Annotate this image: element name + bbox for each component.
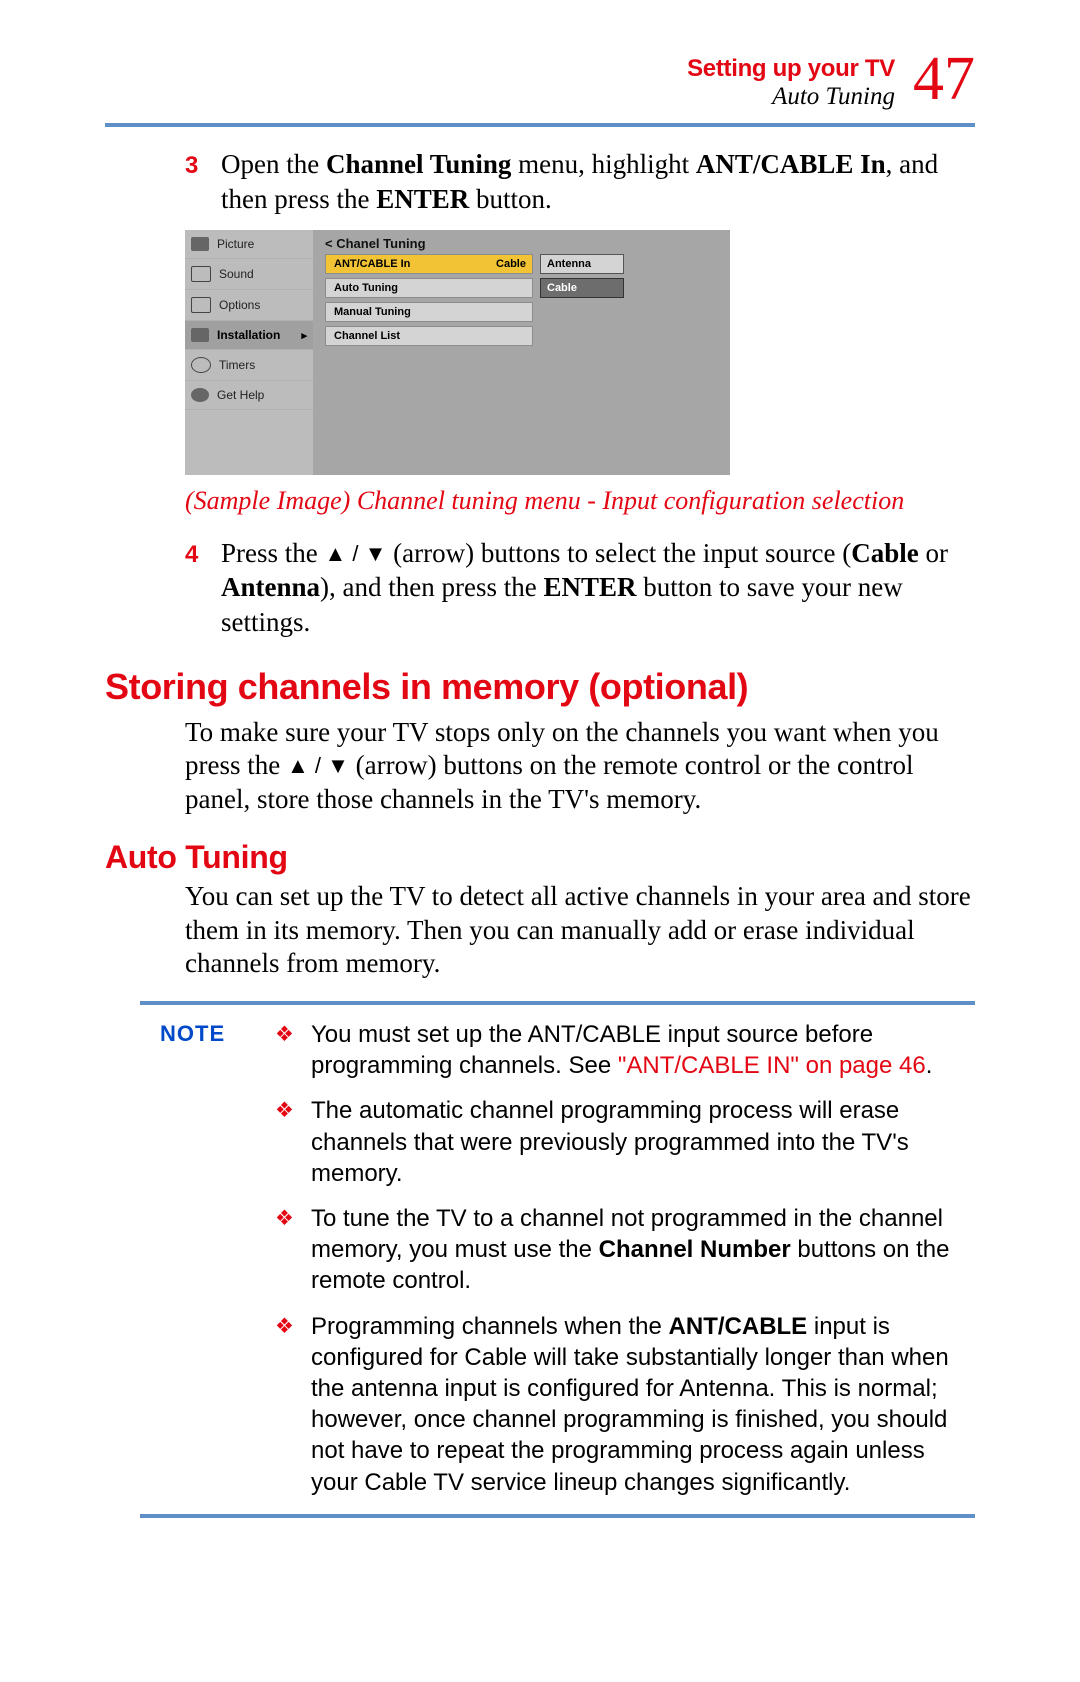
menu-row-channel-list: Channel List xyxy=(325,326,533,346)
note-item: ❖ You must set up the ANT/CABLE input so… xyxy=(275,1019,971,1081)
text: or xyxy=(919,538,948,568)
note-list: ❖ You must set up the ANT/CABLE input so… xyxy=(275,1019,975,1498)
option-cable: Cable xyxy=(540,278,624,298)
page: Setting up your TV Auto Tuning 47 3 Open… xyxy=(0,0,1080,1598)
bold-text: ANT/CABLE xyxy=(669,1313,808,1340)
label: ANT/CABLE In xyxy=(334,255,410,273)
label: Sound xyxy=(219,267,254,281)
diamond-bullet-icon: ❖ xyxy=(275,1095,297,1189)
install-icon xyxy=(191,328,209,342)
text: ), and then press the xyxy=(320,572,543,602)
diamond-bullet-icon: ❖ xyxy=(275,1203,297,1297)
diamond-bullet-icon: ❖ xyxy=(275,1311,297,1498)
speaker-icon xyxy=(191,266,211,282)
menu-rows: ANT/CABLE In Cable Auto Tuning Manual Tu… xyxy=(325,254,720,350)
help-icon xyxy=(191,388,209,402)
heading-storing-channels: Storing channels in memory (optional) xyxy=(105,666,975,708)
text: button. xyxy=(469,184,552,214)
step-4: 4 Press the ▲ / ▼ (arrow) buttons to sel… xyxy=(185,536,975,640)
text: Programming channels when the xyxy=(311,1313,669,1340)
sidebar-item-options: Options xyxy=(185,290,313,321)
label: Picture xyxy=(217,237,254,251)
page-header: Setting up your TV Auto Tuning 47 xyxy=(105,55,975,119)
note-item: ❖ To tune the TV to a channel not progra… xyxy=(275,1203,971,1297)
bold-text: Antenna xyxy=(221,572,320,602)
menu-sidebar: Picture Sound Options Installation Timer… xyxy=(185,230,313,475)
step-body: Press the ▲ / ▼ (arrow) buttons to selec… xyxy=(221,536,975,640)
bold-text: ENTER xyxy=(376,184,469,214)
sidebar-item-picture: Picture xyxy=(185,230,313,259)
arrow-icons: ▲ / ▼ xyxy=(287,753,349,778)
label: Options xyxy=(219,298,260,312)
image-caption: (Sample Image) Channel tuning menu - Inp… xyxy=(185,485,905,518)
step-body: Open the Channel Tuning menu, highlight … xyxy=(221,147,975,216)
value: Cable xyxy=(490,254,533,274)
menu-options: Antenna Cable xyxy=(540,254,624,302)
note-text: To tune the TV to a channel not programm… xyxy=(311,1203,971,1297)
heading-auto-tuning: Auto Tuning xyxy=(105,839,975,876)
label: Channel List xyxy=(334,327,400,345)
panel-title: < Chanel Tuning xyxy=(325,236,426,251)
paragraph: You can set up the TV to detect all acti… xyxy=(185,880,975,981)
label: Get Help xyxy=(217,388,264,402)
label: Manual Tuning xyxy=(334,303,411,321)
note-text: Programming channels when the ANT/CABLE … xyxy=(311,1311,971,1498)
note-block: NOTE ❖ You must set up the ANT/CABLE inp… xyxy=(140,1001,975,1518)
paragraph: To make sure your TV stops only on the c… xyxy=(185,716,975,817)
note-text: The automatic channel programming proces… xyxy=(311,1095,971,1189)
text: . xyxy=(926,1052,933,1079)
sidebar-item-gethelp: Get Help xyxy=(185,381,313,410)
header-divider xyxy=(105,123,975,127)
text: Open the xyxy=(221,149,326,179)
step-number: 3 xyxy=(185,147,221,216)
note-item: ❖ Programming channels when the ANT/CABL… xyxy=(275,1311,971,1498)
diamond-bullet-icon: ❖ xyxy=(275,1019,297,1081)
section-title: Auto Tuning xyxy=(687,83,895,112)
bold-text: Cable xyxy=(851,538,919,568)
text: Press the xyxy=(221,538,325,568)
sample-tv-menu: Picture Sound Options Installation Timer… xyxy=(185,230,730,475)
menu-row-auto-tuning: Auto Tuning xyxy=(325,278,533,298)
sidebar-item-timers: Timers xyxy=(185,350,313,381)
clock-icon xyxy=(191,357,211,373)
label: Timers xyxy=(219,358,255,372)
bold-text: Channel Tuning xyxy=(326,149,511,179)
step-3: 3 Open the Channel Tuning menu, highligh… xyxy=(185,147,975,216)
tv-icon xyxy=(191,237,209,251)
label: Auto Tuning xyxy=(334,279,398,297)
menu-row-antcable: ANT/CABLE In Cable xyxy=(325,254,533,274)
bold-text: ANT/CABLE In xyxy=(696,149,886,179)
chapter-title: Setting up your TV xyxy=(687,55,895,83)
text: menu, highlight xyxy=(511,149,696,179)
bold-text: ENTER xyxy=(543,572,636,602)
options-icon xyxy=(191,297,211,313)
header-text: Setting up your TV Auto Tuning xyxy=(687,55,895,111)
step-number: 4 xyxy=(185,536,221,640)
menu-row-manual-tuning: Manual Tuning xyxy=(325,302,533,322)
cross-reference-link[interactable]: "ANT/CABLE IN" on page 46 xyxy=(618,1052,926,1079)
text: (arrow) buttons to select the input sour… xyxy=(386,538,851,568)
option-antenna: Antenna xyxy=(540,254,624,274)
page-number: 47 xyxy=(913,52,975,108)
sidebar-item-installation: Installation xyxy=(185,321,313,350)
bold-text: Channel Number xyxy=(599,1236,791,1263)
text: input is configured for Cable will take … xyxy=(311,1313,949,1496)
arrow-icons: ▲ / ▼ xyxy=(325,541,387,566)
note-item: ❖ The automatic channel programming proc… xyxy=(275,1095,971,1189)
label: Installation xyxy=(217,328,280,342)
note-label: NOTE xyxy=(140,1019,275,1498)
note-text: You must set up the ANT/CABLE input sour… xyxy=(311,1019,971,1081)
sidebar-item-sound: Sound xyxy=(185,259,313,290)
